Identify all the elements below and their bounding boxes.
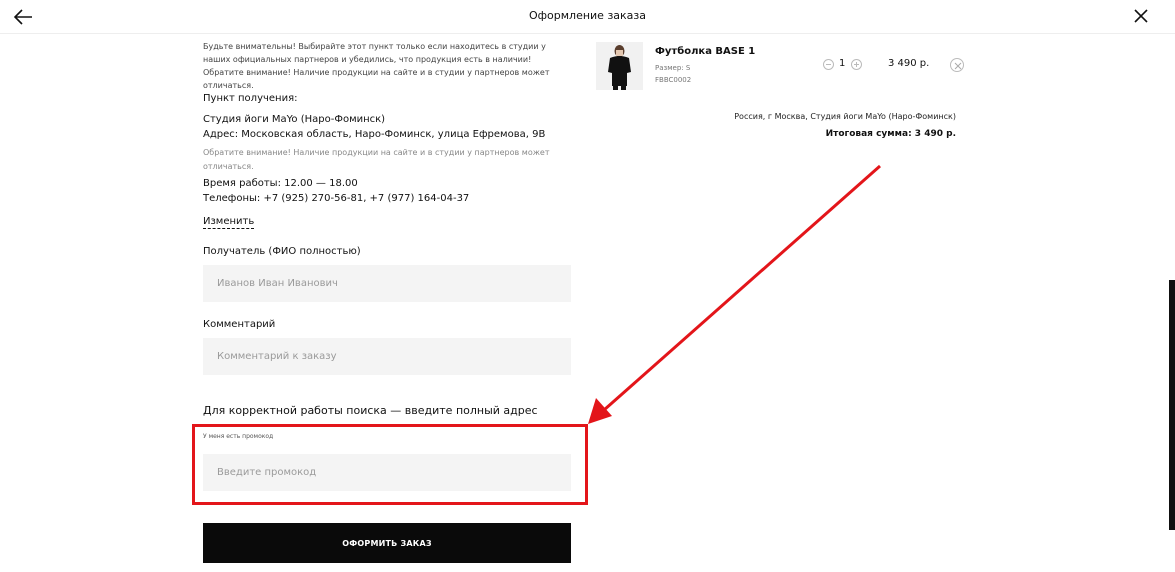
checkout-form: Будьте внимательны! Выбирайте этот пункт… [203,40,573,563]
comment-input[interactable] [203,338,571,375]
delivery-point: Россия, г Москва, Студия йоги MaYo (Наро… [734,112,956,121]
studio-hours: Время работы: 12.00 — 18.00 [203,178,358,189]
product-name[interactable]: Футболка BASE 1 [655,46,755,57]
order-total: Итоговая сумма: 3 490 р. [825,129,956,139]
recipient-label: Получатель (ФИО полностью) [203,246,361,257]
address-search-hint: Для корректной работы поиска — введите п… [203,404,538,417]
promo-code-input[interactable] [203,454,571,491]
recipient-input[interactable] [203,265,571,302]
change-pickup-link[interactable]: Изменить [203,216,255,229]
close-icon[interactable] [1133,8,1149,24]
product-size: Размер: S [655,64,691,72]
quantity-increase-icon[interactable] [851,59,862,70]
pickup-label: Пункт получения: [203,93,298,104]
comment-label: Комментарий [203,319,276,330]
studio-address: Адрес: Московская область, Наро-Фоминск,… [203,129,546,140]
quantity-decrease-icon[interactable] [823,59,834,70]
page-title: Оформление заказа [528,9,647,22]
product-price: 3 490 р. [888,58,930,69]
promo-code-label: У меня есть промокод [203,433,274,440]
product-sku: FBBC0002 [655,76,692,84]
pickup-warning: Будьте внимательны! Выбирайте этот пункт… [203,42,550,90]
submit-order-button[interactable]: ОФОРМИТЬ ЗАКАЗ [203,523,571,563]
quantity-value: 1 [839,58,846,69]
annotation-arrow-icon [588,164,881,424]
scrollbar[interactable] [1169,280,1175,530]
checkout-header: Оформление заказа [0,0,1175,34]
studio-notice: Обратите внимание! Наличие продукции на … [203,148,550,171]
remove-item-icon[interactable] [950,58,964,72]
studio-name: Студия йоги MaYo (Наро-Фоминск) [203,114,386,125]
product-image[interactable] [596,42,643,90]
studio-phones: Телефоны: +7 (925) 270-56-81, +7 (977) 1… [203,193,470,204]
